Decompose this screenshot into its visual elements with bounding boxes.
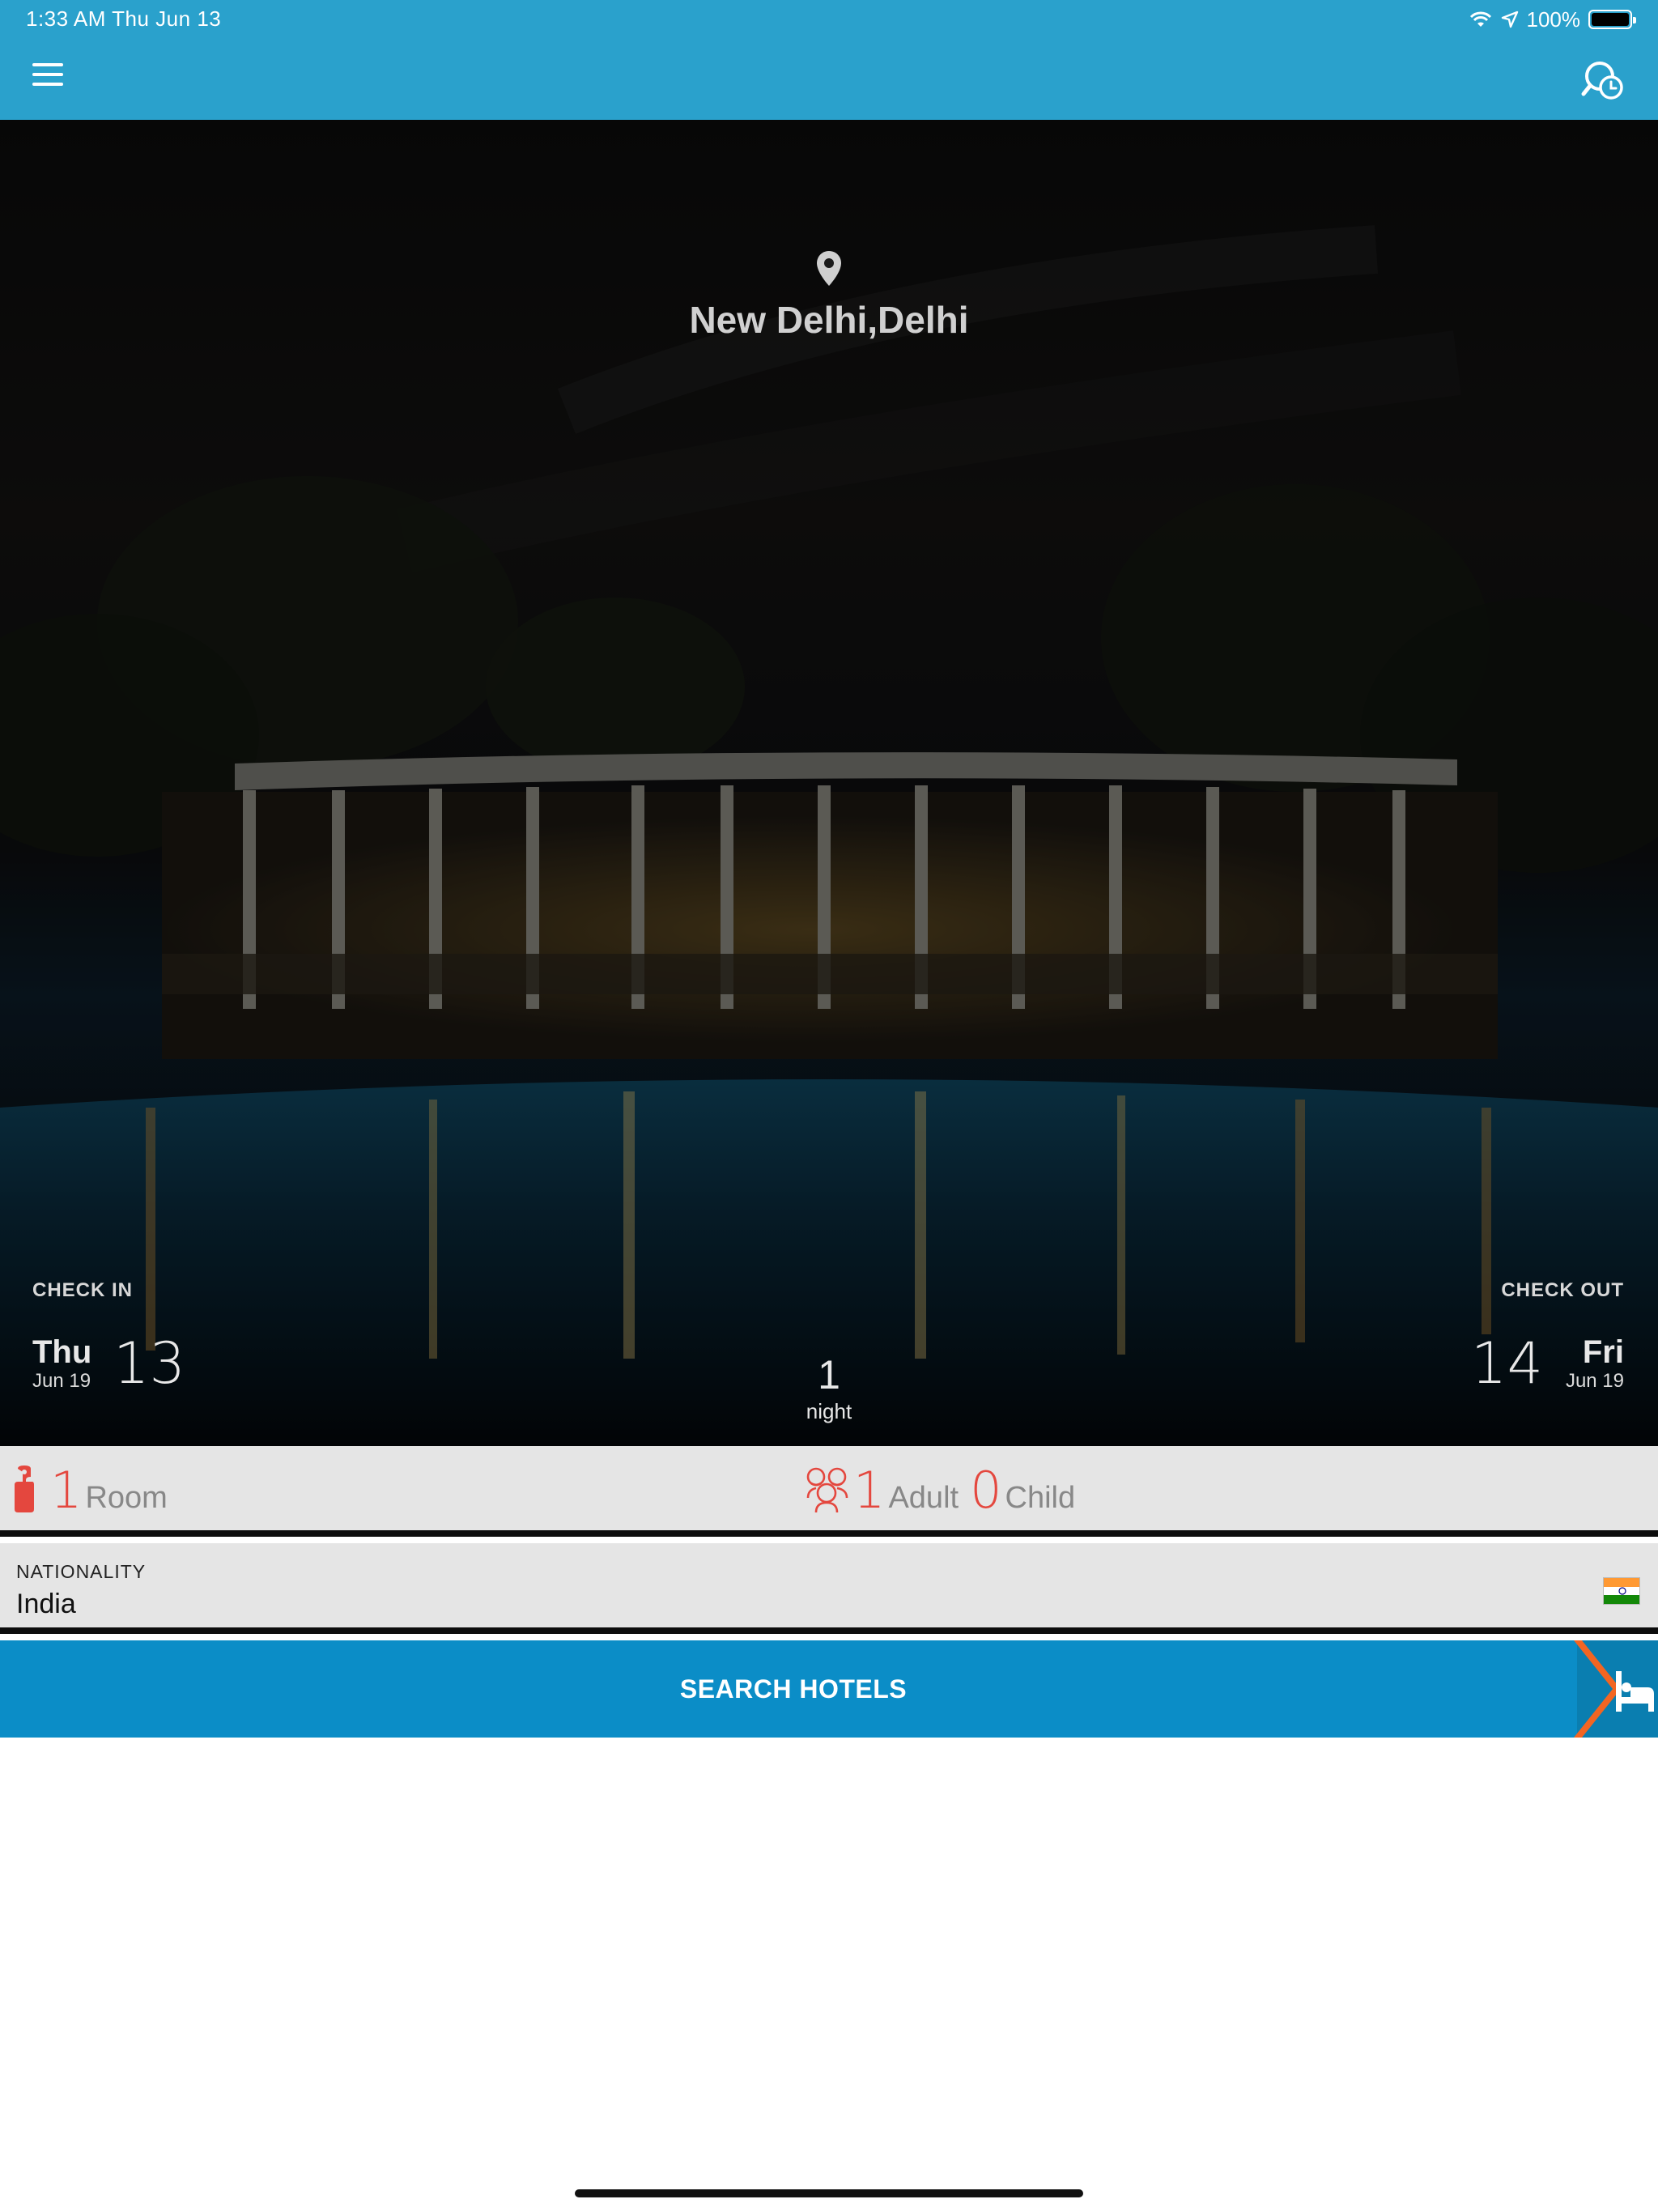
check-out-weekday: Fri (1582, 1334, 1624, 1370)
adults-count: 1 (853, 1461, 886, 1520)
nights-label: night (806, 1399, 852, 1423)
search-hotels-label: SEARCH HOTELS (679, 1674, 908, 1704)
location-arrow-icon (1501, 11, 1518, 28)
battery-icon (1588, 10, 1636, 29)
rooms-count: 1 (50, 1461, 83, 1520)
check-in-label: CHECK IN (32, 1279, 134, 1301)
hotel-bed-icon (1574, 1640, 1658, 1738)
children-label: Child (1005, 1481, 1076, 1515)
nights-count: 1 night (0, 1351, 1658, 1424)
rooms-guests-row: 1 Room 1 Adult 0 Child (0, 1446, 1658, 1537)
india-flag-icon (1603, 1577, 1640, 1605)
check-out-date-picker[interactable]: 14 Fri Jun 19 (1462, 1330, 1624, 1407)
top-app-bar: 1:33 AM Thu Jun 13 100% (0, 0, 1658, 120)
location-pin-icon (817, 251, 841, 286)
nationality-selector[interactable]: NATIONALITY India (0, 1543, 1658, 1634)
battery-percent: 100% (1526, 6, 1581, 32)
adults-label: Adult (888, 1481, 959, 1515)
door-hanger-icon (15, 1465, 34, 1512)
destination-city[interactable]: New Delhi,Delhi (0, 298, 1658, 342)
search-hotels-button[interactable]: SEARCH HOTELS (0, 1640, 1658, 1738)
check-out-day: 14 (1470, 1330, 1543, 1397)
hero-destination-panel: New Delhi,Delhi CHECK IN CHECK OUT Thu J… (0, 120, 1658, 1446)
rooms-label: Room (85, 1481, 168, 1515)
hamburger-menu-icon[interactable] (32, 63, 71, 92)
check-out-month-year: Jun 19 (1565, 1370, 1624, 1392)
home-indicator[interactable] (575, 2189, 1083, 2197)
wifi-icon (1469, 11, 1491, 27)
children-count: 0 (970, 1461, 1002, 1520)
guests-selector[interactable]: 1 Adult 0 Child (803, 1461, 1086, 1520)
check-out-weekday-month: Fri Jun 19 (1551, 1334, 1624, 1393)
status-indicators: 100% (1469, 6, 1636, 32)
status-time-date: 1:33 AM Thu Jun 13 (26, 6, 222, 31)
nationality-label: NATIONALITY (16, 1561, 147, 1582)
people-group-icon (806, 1467, 848, 1513)
check-out-label: CHECK OUT (1501, 1279, 1624, 1301)
search-history-icon[interactable] (1580, 57, 1626, 102)
nationality-value: India (16, 1589, 76, 1619)
nights-number: 1 (818, 1352, 840, 1397)
rooms-selector[interactable]: 1 Room (15, 1461, 179, 1520)
